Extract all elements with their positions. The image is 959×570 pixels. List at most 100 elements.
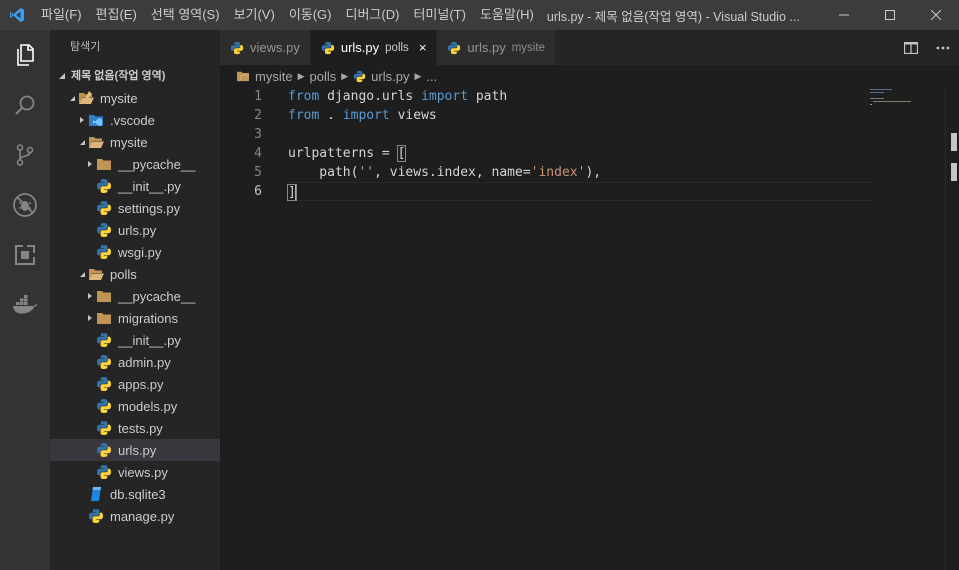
file-tree-item[interactable]: urls.py: [50, 219, 220, 241]
menu-view[interactable]: 보기(V): [227, 0, 282, 30]
line-number: 4: [254, 146, 262, 161]
python-icon: [96, 332, 112, 348]
tab-label: urls.py: [467, 40, 506, 55]
menu-file[interactable]: 파일(F): [34, 0, 89, 30]
split-editor-icon: [904, 41, 918, 54]
tree-item-label: __pycache__: [118, 156, 196, 172]
debug-button[interactable]: [0, 180, 50, 230]
database-icon: [88, 486, 104, 502]
file-tree-item[interactable]: models.py: [50, 395, 220, 417]
workspace-section-header[interactable]: 제목 없음(작업 영역): [50, 65, 220, 87]
menu-terminal[interactable]: 터미널(T): [406, 0, 472, 30]
minimize-button[interactable]: [821, 0, 867, 30]
maximize-button[interactable]: [867, 0, 913, 30]
extensions-icon: [15, 244, 36, 265]
tree-item-label: migrations: [118, 310, 178, 326]
code-editor[interactable]: 1 2 3 4 5 6 from django.urls import path…: [220, 87, 959, 570]
file-tree-item[interactable]: wsgi.py: [50, 241, 220, 263]
file-tree-item[interactable]: __init__.py: [50, 329, 220, 351]
close-window-button[interactable]: [913, 0, 959, 30]
tree-item-label: admin.py: [118, 354, 171, 370]
tab-label: urls.py: [340, 40, 380, 55]
folder-tree-item[interactable]: .vscode: [50, 109, 220, 131]
folder-icon: [96, 156, 112, 172]
menu-selection[interactable]: 선택 영역(S): [144, 0, 227, 30]
file-tree-item[interactable]: apps.py: [50, 373, 220, 395]
tree-item-label: models.py: [118, 398, 178, 414]
folder-tree-item[interactable]: mysite: [50, 131, 220, 153]
python-icon: [353, 70, 366, 82]
docker-icon: [13, 295, 38, 314]
folder-tree-item[interactable]: __pycache__: [50, 285, 220, 307]
menu-edit[interactable]: 편집(E): [89, 0, 144, 30]
tree-item-label: .vscode: [110, 112, 155, 128]
breadcrumb-item-urls-py[interactable]: urls.py: [353, 69, 409, 84]
tab-views-py[interactable]: views.py: [220, 30, 311, 65]
scroll-marker: [951, 133, 957, 151]
folder-icon: [96, 288, 112, 304]
tab-urls-py-mysite[interactable]: urls.py mysite: [437, 30, 556, 65]
editor-actions: [895, 30, 959, 65]
python-icon: [96, 442, 112, 458]
workspace-label: 제목 없음(작업 영역): [71, 70, 166, 82]
folder-tree-item[interactable]: __pycache__: [50, 153, 220, 175]
file-tree-item[interactable]: admin.py: [50, 351, 220, 373]
menu-help[interactable]: 도움말(H): [473, 0, 541, 30]
line-number: 1: [254, 89, 262, 104]
chevron-down-icon: [66, 87, 78, 109]
close-icon: [931, 10, 941, 20]
explorer-button[interactable]: [0, 30, 50, 80]
minimap[interactable]: [870, 87, 950, 127]
folder-tree-item[interactable]: polls: [50, 263, 220, 285]
debug-icon: [13, 193, 37, 217]
menu-debug[interactable]: 디버그(D): [339, 0, 407, 30]
code-line-6: ]: [287, 182, 872, 201]
file-tree-item[interactable]: urls.py: [50, 439, 220, 461]
tab-close-icon[interactable]: ×: [419, 40, 427, 55]
code-line-1: from django.urls import path: [288, 89, 508, 104]
folder-tree-item[interactable]: migrations: [50, 307, 220, 329]
file-tree: mysite .vscode mysite __pycache__ __init__.p…: [50, 87, 220, 527]
source-control-button[interactable]: [0, 130, 50, 180]
chevron-right-icon: ▶: [414, 70, 422, 81]
folder-open-icon: [88, 266, 104, 282]
docker-button[interactable]: [0, 280, 50, 330]
folder-tree-item[interactable]: mysite: [50, 87, 220, 109]
vscode-logo-icon: [0, 0, 34, 30]
tab-urls-py-polls[interactable]: urls.py polls ×: [310, 30, 438, 65]
file-tree-item[interactable]: db.sqlite3: [50, 483, 220, 505]
code-line-5: path('', views.index, name='index'),: [288, 165, 602, 180]
more-actions-button[interactable]: [927, 30, 959, 65]
file-tree-item[interactable]: __init__.py: [50, 175, 220, 197]
line-number: 3: [254, 127, 262, 142]
split-editor-button[interactable]: [895, 30, 927, 65]
search-button[interactable]: [0, 80, 50, 130]
menu-go[interactable]: 이동(G): [282, 0, 339, 30]
file-tree-item[interactable]: settings.py: [50, 197, 220, 219]
text-cursor: [294, 184, 297, 201]
breadcrumb-item-polls[interactable]: polls: [309, 69, 336, 84]
sidebar-title: 탐색기: [70, 41, 101, 53]
python-icon: [96, 354, 112, 370]
extensions-button[interactable]: [0, 230, 50, 280]
breadcrumb-item-mysite[interactable]: mysite: [236, 69, 293, 84]
activity-bar: [0, 30, 50, 570]
file-tree-item[interactable]: views.py: [50, 461, 220, 483]
chevron-down-icon: [76, 131, 88, 153]
file-tree-item[interactable]: tests.py: [50, 417, 220, 439]
code-lines[interactable]: from django.urls import path from . impo…: [287, 87, 872, 201]
file-tree-item[interactable]: manage.py: [50, 505, 220, 527]
tree-item-label: manage.py: [110, 508, 175, 524]
python-icon: [96, 200, 112, 216]
vscode-folder-icon: [88, 112, 104, 128]
line-number: 2: [254, 108, 262, 123]
title-bar: 파일(F) 편집(E) 선택 영역(S) 보기(V) 이동(G) 디버그(D) …: [0, 0, 959, 30]
python-icon: [96, 420, 112, 436]
more-icon: [936, 46, 950, 49]
tree-item-label: polls: [110, 266, 137, 282]
vertical-scrollbar[interactable]: [945, 87, 959, 570]
breadcrumb-item-symbols[interactable]: ...: [426, 69, 437, 84]
window-title: urls.py - 제목 없음(작업 영역) - Visual Studio .…: [546, 9, 800, 24]
